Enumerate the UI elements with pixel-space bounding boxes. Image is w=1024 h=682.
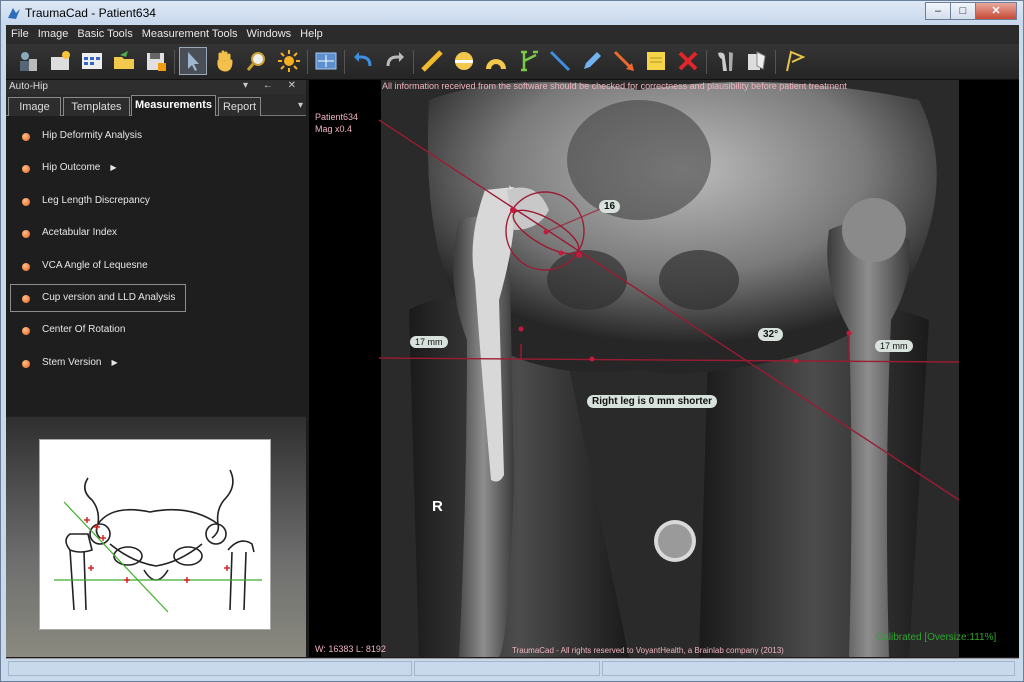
patient-id-text: Patient634 xyxy=(315,112,359,122)
patient-icon[interactable] xyxy=(14,47,42,75)
cup-angle-label[interactable]: 16 xyxy=(599,200,621,213)
bullet-icon xyxy=(22,133,30,141)
pan-hand-icon[interactable] xyxy=(211,47,239,75)
brightness-icon[interactable] xyxy=(275,47,303,75)
close-button[interactable]: ✕ xyxy=(975,2,1017,20)
panel-header: Auto-Hip ▾ ← ✕ xyxy=(6,80,306,94)
magnification-text: Mag x0.4 xyxy=(315,124,353,134)
menu-measurement-tools[interactable]: Measurement Tools xyxy=(137,25,242,44)
line-tool-icon[interactable] xyxy=(546,47,574,75)
window-title: TraumaCad - Patient634 xyxy=(25,6,156,20)
traumacad-logo-icon xyxy=(8,8,20,19)
list-item-label: Cup version and LLD Analysis xyxy=(42,292,176,303)
bullet-icon xyxy=(22,360,30,368)
list-item-cup-version-lld[interactable]: Cup version and LLD Analysis xyxy=(10,284,186,312)
bullet-icon xyxy=(22,165,30,173)
arrow-tool-icon[interactable] xyxy=(610,47,638,75)
side-marker: R xyxy=(432,498,443,515)
tab-templates[interactable]: Templates xyxy=(63,97,130,116)
menu-file[interactable]: File xyxy=(6,25,33,44)
list-item-hip-deformity-analysis[interactable]: Hip Deformity Analysis xyxy=(10,122,186,150)
implant-icon[interactable] xyxy=(711,47,739,75)
list-item-hip-outcome[interactable]: Hip Outcome ▶ xyxy=(10,154,186,182)
open-folder-icon[interactable] xyxy=(110,47,138,75)
lld-result-label[interactable]: Right leg is 0 mm shorter xyxy=(587,395,718,408)
application-window: TraumaCad - Patient634 – □ ✕ File Image … xyxy=(0,0,1024,682)
list-item-label: Hip Outcome ▶ xyxy=(42,162,117,173)
window-level-text: W: 16383 L: 8192 xyxy=(315,644,386,654)
new-study-icon[interactable] xyxy=(46,47,74,75)
ruler-icon[interactable] xyxy=(418,47,446,75)
menu-basic-tools[interactable]: Basic Tools xyxy=(72,25,136,44)
flag-icon[interactable] xyxy=(780,47,808,75)
pelvic-angle-label[interactable]: 32° xyxy=(758,328,784,341)
list-item-center-of-rotation[interactable]: Center Of Rotation xyxy=(10,316,186,344)
circle-tool-icon[interactable] xyxy=(450,47,478,75)
bullet-icon xyxy=(22,230,30,238)
copyright-text: TraumaCad - All rights reserved to Voyan… xyxy=(512,646,784,655)
tab-image[interactable]: Image xyxy=(8,97,61,116)
status-segment xyxy=(414,661,600,676)
tab-measurements[interactable]: Measurements xyxy=(131,95,216,117)
pointer-icon[interactable] xyxy=(179,47,207,75)
auto-hip-panel: Auto-Hip ▾ ← ✕ Image Templates Measureme… xyxy=(6,80,306,657)
bullet-icon xyxy=(22,327,30,335)
calibration-status: Calibrated [Oversize:111%] xyxy=(876,632,997,643)
list-item-leg-length-discrepancy[interactable]: Leg Length Discrepancy xyxy=(10,187,186,215)
list-item-vca-angle[interactable]: VCA Angle of Lequesne xyxy=(10,252,186,280)
template-icon[interactable] xyxy=(743,47,771,75)
list-item-acetabular-index[interactable]: Acetabular Index xyxy=(10,219,186,247)
panel-tabs: Image Templates Measurements Report ▾ xyxy=(6,94,306,117)
disclaimer-text: All information received from the softwa… xyxy=(382,81,847,91)
note-tool-icon[interactable] xyxy=(642,47,670,75)
tab-overflow-icon[interactable]: ▾ xyxy=(298,100,303,111)
save-icon[interactable] xyxy=(142,47,170,75)
fit-screen-icon[interactable] xyxy=(312,47,340,75)
panel-title: Auto-Hip xyxy=(9,81,48,92)
title-bar: TraumaCad - Patient634 – □ ✕ xyxy=(1,1,1023,25)
status-segment xyxy=(602,661,1015,676)
list-item-label: Center Of Rotation xyxy=(42,324,126,335)
menu-bar: File Image Basic Tools Measurement Tools… xyxy=(6,25,1019,44)
list-item-label: VCA Angle of Lequesne xyxy=(42,260,148,271)
pencil-tool-icon[interactable] xyxy=(578,47,606,75)
delete-icon[interactable] xyxy=(674,47,702,75)
bullet-icon xyxy=(22,263,30,271)
status-segment xyxy=(8,661,412,676)
menu-windows[interactable]: Windows xyxy=(242,25,296,44)
redo-icon[interactable] xyxy=(381,47,409,75)
submenu-arrow-icon: ▶ xyxy=(110,163,117,172)
panel-header-controls[interactable]: ▾ ← ✕ xyxy=(243,80,302,91)
right-offset-label[interactable]: 17 mm xyxy=(875,340,913,352)
undo-icon[interactable] xyxy=(349,47,377,75)
minimize-button[interactable]: – xyxy=(925,2,951,20)
measurement-preview-diagram xyxy=(39,439,271,630)
xray-image[interactable] xyxy=(309,80,1019,657)
submenu-arrow-icon: ▶ xyxy=(111,358,118,367)
angle-tool-icon[interactable] xyxy=(482,47,510,75)
bullet-icon xyxy=(22,295,30,303)
toolbar xyxy=(6,44,1019,80)
image-grid-icon[interactable] xyxy=(78,47,106,75)
menu-image[interactable]: Image xyxy=(33,25,73,44)
app-frame: File Image Basic Tools Measurement Tools… xyxy=(6,25,1019,677)
menu-help[interactable]: Help xyxy=(295,25,327,44)
list-item-label: Acetabular Index xyxy=(42,227,118,238)
list-item-label: Hip Deformity Analysis xyxy=(42,130,143,141)
xray-viewer[interactable]: All information received from the softwa… xyxy=(309,80,1019,657)
bullet-icon xyxy=(22,198,30,206)
list-item-stem-version[interactable]: Stem Version ▶ xyxy=(10,349,186,377)
zoom-icon[interactable] xyxy=(243,47,271,75)
caliper-tool-icon[interactable] xyxy=(514,47,542,75)
measurements-list: Hip Deformity Analysis Hip Outcome ▶ Leg … xyxy=(6,116,306,416)
tab-report[interactable]: Report xyxy=(218,97,261,116)
measurement-preview-area xyxy=(6,417,306,657)
list-item-label: Leg Length Discrepancy xyxy=(42,195,150,206)
list-item-label: Stem Version ▶ xyxy=(42,357,118,368)
left-offset-label[interactable]: 17 mm xyxy=(410,336,448,348)
status-bar xyxy=(6,658,1019,677)
maximize-button[interactable]: □ xyxy=(950,2,976,20)
